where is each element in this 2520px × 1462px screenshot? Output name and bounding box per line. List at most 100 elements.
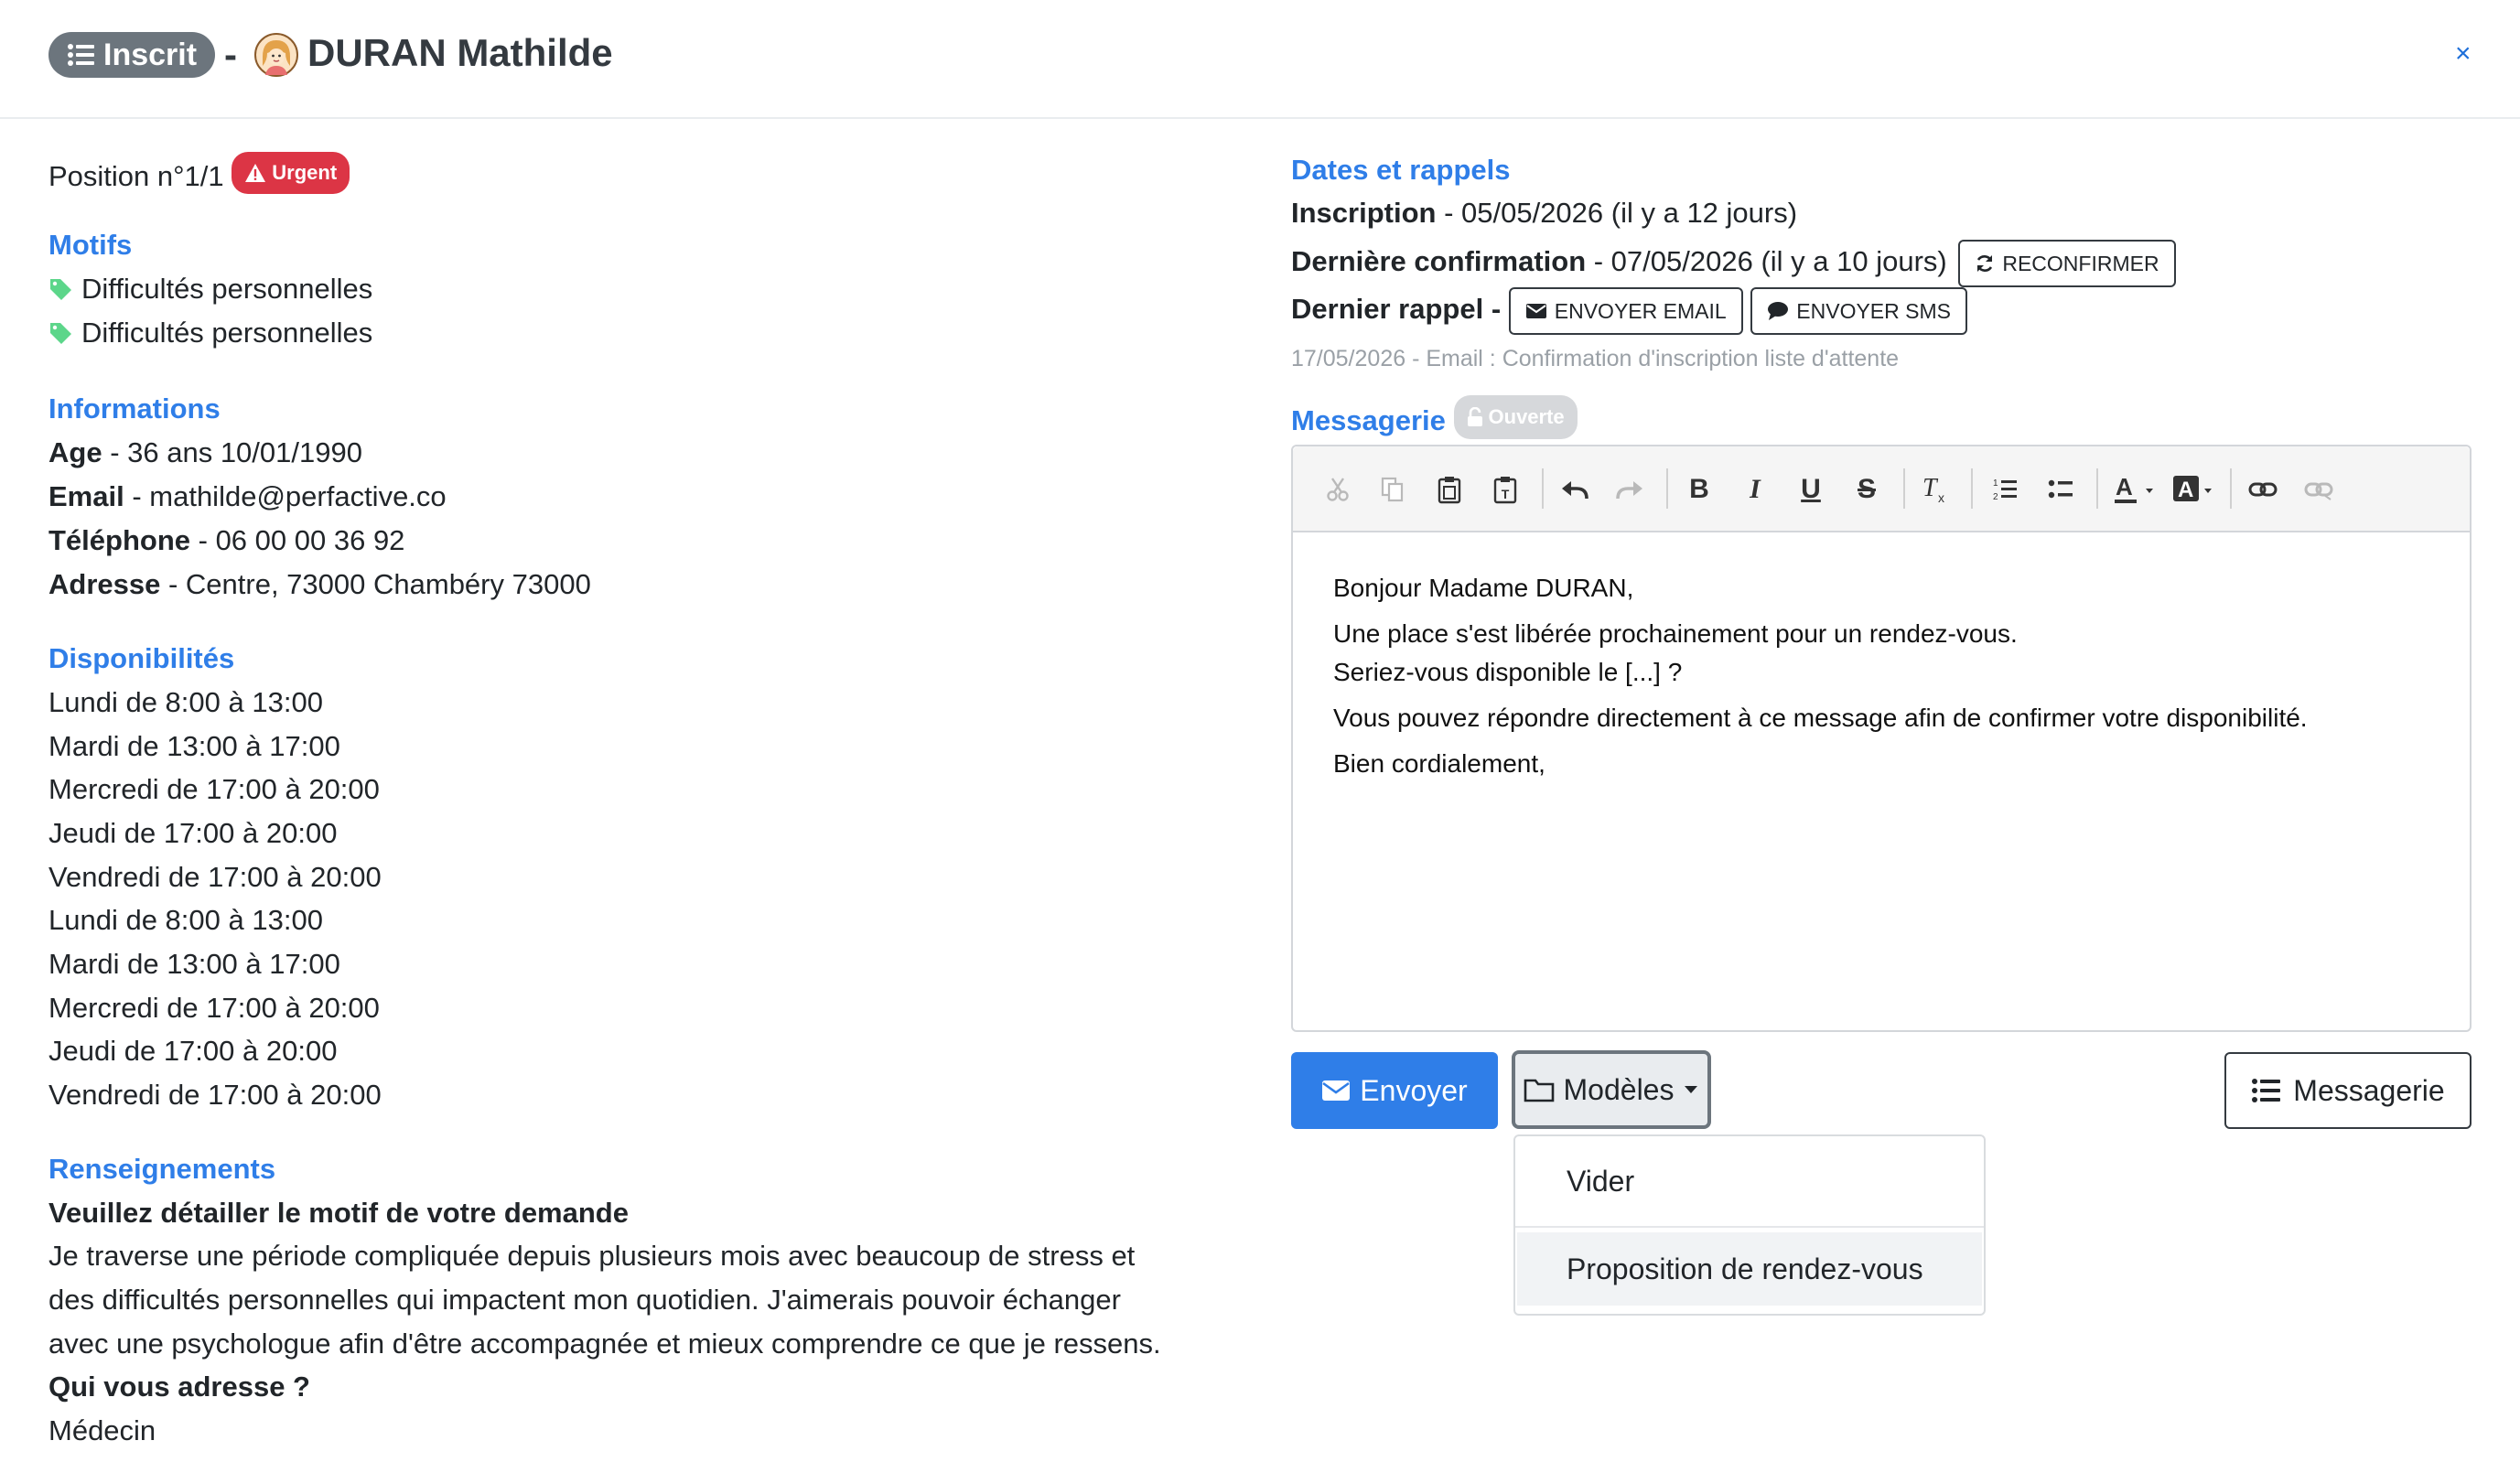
answer-line: Je traverse une période compliquée depui… <box>48 1240 1136 1272</box>
svg-text:2: 2 <box>1993 492 1998 502</box>
reconfirm-label: RECONFIRMER <box>2002 252 2159 275</box>
question-motif: Veuillez détailler le motif de votre dem… <box>48 1197 629 1229</box>
inscription-label: Inscription <box>1291 197 1437 229</box>
message-line: Bonjour Madame DURAN, <box>1333 574 1634 602</box>
dispo-item: Jeudi de 17:00 à 20:00 <box>48 1035 338 1067</box>
avatar-icon <box>254 33 298 77</box>
renseignements-title: Renseignements <box>48 1153 276 1185</box>
envelope-icon <box>1322 1080 1351 1101</box>
templates-dropdown-button[interactable]: Modèles <box>1512 1050 1711 1129</box>
messagerie-status-badge: Ouverte <box>1453 395 1578 439</box>
envelope-icon <box>1525 304 1546 318</box>
disponibilites-title: Disponibilités <box>48 642 235 674</box>
link-icon[interactable] <box>2247 474 2278 505</box>
list-icon <box>68 44 94 66</box>
toolbar-divider <box>2096 468 2098 509</box>
confirmation-label: Dernière confirmation <box>1291 245 1587 278</box>
editor-body[interactable]: Bonjour Madame DURAN, Une place s'est li… <box>1333 565 2308 787</box>
send-sms-button[interactable]: ENVOYER SMS <box>1750 287 1967 335</box>
toolbar-divider <box>1666 468 1668 509</box>
unlink-icon[interactable] <box>2303 474 2334 505</box>
refresh-icon <box>1977 255 1993 272</box>
status-label: Inscrit <box>103 37 198 72</box>
inscription-value: - 05/05/2026 (il y a 12 jours) <box>1436 197 1798 229</box>
info-label: Age <box>48 436 102 468</box>
messagerie-title: Messagerie <box>1291 404 1446 436</box>
send-email-button[interactable]: ENVOYER EMAIL <box>1508 287 1743 335</box>
redo-icon[interactable] <box>1614 474 1645 505</box>
copy-icon[interactable] <box>1377 474 1408 505</box>
confirmation-line: Dernière confirmation - 07/05/2026 (il y… <box>1291 240 2176 287</box>
toolbar-divider <box>1903 468 1905 509</box>
dropdown-item-proposition[interactable]: Proposition de rendez-vous <box>1517 1232 1982 1306</box>
message-line: Bien cordialement, <box>1333 749 1545 778</box>
rappel-separator: - <box>1483 293 1509 326</box>
tag-icon <box>50 323 71 344</box>
dispo-item: Jeudi de 17:00 à 20:00 <box>48 817 338 849</box>
messagerie-button-label: Messagerie <box>2293 1073 2445 1107</box>
numbered-list-icon[interactable]: 12 <box>1989 474 2020 505</box>
send-button[interactable]: Envoyer <box>1291 1052 1498 1129</box>
patient-name: DURAN Mathilde <box>307 31 613 74</box>
toolbar-divider <box>1971 468 1973 509</box>
dispo-item: Vendredi de 17:00 à 20:00 <box>48 861 382 893</box>
chat-icon <box>1768 302 1789 320</box>
dispo-item: Lundi de 8:00 à 13:00 <box>48 686 323 718</box>
info-label: Adresse <box>48 568 161 600</box>
background-color-icon[interactable]: A <box>2171 474 2219 505</box>
info-value[interactable]: - 06 00 00 36 92 <box>190 524 405 556</box>
info-label: Téléphone <box>48 524 191 556</box>
info-label: Email <box>48 480 124 512</box>
text-color-icon[interactable]: A <box>2113 474 2160 505</box>
dispo-item: Lundi de 8:00 à 13:00 <box>48 904 323 936</box>
dispo-item: Vendredi de 17:00 à 20:00 <box>48 1079 382 1111</box>
undo-icon[interactable] <box>1559 474 1590 505</box>
answer-referrer: Médecin <box>48 1414 156 1446</box>
paste-text-icon[interactable]: T <box>1490 474 1521 505</box>
svg-text:T: T <box>1922 474 1939 502</box>
position-label: Position n°1/1 <box>48 160 224 192</box>
paste-icon[interactable] <box>1434 474 1465 505</box>
rappel-line: Dernier rappel - ENVOYER EMAIL ENVOYER S… <box>1291 287 1967 335</box>
underline-icon[interactable]: U <box>1795 474 1826 505</box>
list-icon <box>2252 1079 2281 1102</box>
messagerie-header: Messagerie Ouverte <box>1291 395 1578 439</box>
reminder-history: 17/05/2026 - Email : Confirmation d'insc… <box>1291 346 1900 371</box>
motifs-title: Motifs <box>48 229 133 261</box>
clear-format-icon[interactable]: Tx <box>1921 474 1952 505</box>
italic-icon[interactable]: I <box>1739 474 1771 505</box>
message-editor[interactable]: T B I U S Tx 12 A A Bonjour Madame DURAN… <box>1291 445 2472 1032</box>
answer-line: avec une psychologue afin d'être accompa… <box>48 1328 1161 1360</box>
toolbar-divider <box>1542 468 1544 509</box>
svg-text:A: A <box>2178 478 2193 502</box>
editor-toolbar: T B I U S Tx 12 A A <box>1293 446 2470 532</box>
cut-icon[interactable] <box>1322 474 1353 505</box>
info-value[interactable]: - mathilde@perfactive.co <box>124 480 446 512</box>
messagerie-button[interactable]: Messagerie <box>2224 1052 2472 1129</box>
dispo-item: Mardi de 13:00 à 17:00 <box>48 730 340 762</box>
warning-icon <box>245 164 266 182</box>
svg-text:A: A <box>2116 474 2133 500</box>
motif-label: Difficultés personnelles <box>81 317 373 349</box>
info-email: Email - mathilde@perfactive.co <box>48 478 447 515</box>
message-line: Vous pouvez répondre directement à ce me… <box>1333 704 2308 732</box>
svg-text:T: T <box>1502 487 1510 501</box>
reconfirm-button[interactable]: RECONFIRMER <box>1958 240 2176 287</box>
close-icon[interactable]: × <box>2455 38 2472 70</box>
bulleted-list-icon[interactable] <box>2045 474 2076 505</box>
question-referrer: Qui vous adresse ? <box>48 1371 310 1403</box>
strikethrough-icon[interactable]: S <box>1851 474 1882 505</box>
title-separator: - <box>224 33 237 76</box>
info-adresse: Adresse - Centre, 73000 Chambéry 73000 <box>48 566 591 603</box>
motif-item: Difficultés personnelles <box>48 271 372 307</box>
info-value: - 36 ans 10/01/1990 <box>102 436 362 468</box>
answer-line: des difficultés personnelles qui impacte… <box>48 1284 1121 1316</box>
status-pill[interactable]: Inscrit <box>48 32 216 78</box>
bold-icon[interactable]: B <box>1684 474 1715 505</box>
inscription-line: Inscription - 05/05/2026 (il y a 12 jour… <box>1291 195 1797 231</box>
dropdown-item-vider[interactable]: Vider <box>1517 1145 1982 1218</box>
folder-icon <box>1524 1079 1554 1102</box>
dispo-item: Mercredi de 17:00 à 20:00 <box>48 992 380 1024</box>
dispo-item: Mercredi de 17:00 à 20:00 <box>48 773 380 805</box>
position-line: Position n°1/1 Urgent <box>48 152 350 195</box>
